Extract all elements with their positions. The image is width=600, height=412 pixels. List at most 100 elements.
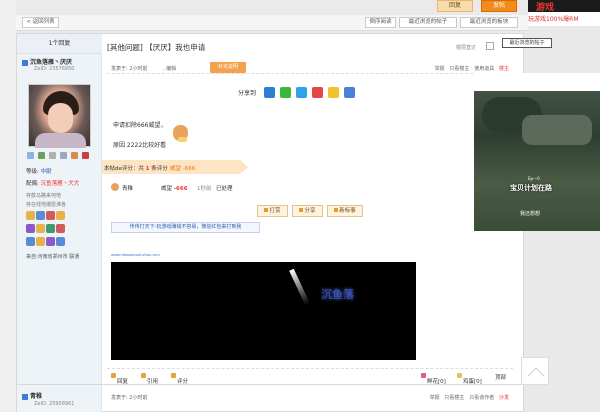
rating-key-label: 威望 bbox=[161, 186, 173, 192]
side-ad-header bbox=[474, 73, 600, 91]
egg-link[interactable]: 鸡蛋[0] bbox=[457, 373, 482, 385]
bookmark-button[interactable]: 新标事 bbox=[327, 205, 363, 217]
avatar-face bbox=[48, 103, 73, 133]
use-item-link[interactable]: 使用道具 bbox=[474, 66, 494, 72]
post-edit[interactable]: , 编辑 bbox=[163, 65, 176, 72]
medal-icon[interactable] bbox=[26, 224, 35, 233]
reply-ops: 举报 只看楼主 只看该作者 沙发 bbox=[430, 394, 509, 401]
post-divider bbox=[17, 384, 524, 385]
side-ad-house bbox=[522, 115, 592, 145]
flower-link[interactable]: 鲜花[0] bbox=[421, 373, 446, 385]
reply-button[interactable]: 回复 bbox=[437, 0, 473, 12]
post-ops: 举报 只看楼主 使用道具 楼主 bbox=[435, 65, 509, 72]
bookmark-label: 新标事 bbox=[339, 208, 356, 214]
share-label: 分享到 bbox=[238, 90, 257, 97]
medal-icon[interactable] bbox=[56, 211, 65, 220]
flower-icon bbox=[421, 373, 426, 378]
side-ad-caption-small: Ep—0 bbox=[528, 176, 540, 181]
post-button[interactable]: 发帖 bbox=[481, 0, 517, 12]
recent-posts-dropdown[interactable]: 最近浏览的帖子 bbox=[399, 17, 457, 28]
reply-count: 1个回复 bbox=[17, 34, 102, 54]
rater-avatar[interactable] bbox=[111, 183, 119, 191]
recent-boards-dropdown[interactable]: 最近浏览的板块 bbox=[460, 17, 518, 28]
spouse-label: 配偶: bbox=[26, 181, 39, 187]
gift-icon[interactable] bbox=[70, 152, 78, 159]
only-op-link[interactable]: 只看楼主 bbox=[449, 66, 469, 72]
rating-status: 已处理 bbox=[216, 186, 233, 192]
side-ad[interactable]: Ep—0 宝贝计划在路 我还想想 bbox=[474, 73, 600, 231]
add-friend-icon[interactable] bbox=[37, 152, 45, 159]
rater-name[interactable]: 青稚 bbox=[122, 184, 133, 192]
reply-only-op-link[interactable]: 只看楼主 bbox=[444, 395, 464, 401]
share-label-2: 分享 bbox=[304, 208, 316, 214]
tip-button[interactable]: 打赏 bbox=[257, 205, 288, 217]
block-icon[interactable] bbox=[81, 152, 89, 159]
reply-link[interactable]: 回复 bbox=[111, 373, 128, 385]
author-name[interactable]: 沉鱼落雁丶厌厌 bbox=[22, 57, 72, 66]
light-ray bbox=[289, 268, 310, 306]
mail-icon[interactable] bbox=[59, 152, 67, 159]
quote-link[interactable]: 引用 bbox=[141, 373, 158, 385]
spouse: 配偶: 沉鱼落雁丶犬犬 bbox=[26, 179, 79, 187]
spouse-value[interactable]: 沉鱼落雁丶犬犬 bbox=[41, 181, 80, 187]
medal-icon[interactable] bbox=[36, 224, 45, 233]
renren-share-icon[interactable] bbox=[344, 87, 355, 98]
reply-only-author-link[interactable]: 只看该作者 bbox=[469, 395, 494, 401]
star-share-icon[interactable] bbox=[328, 87, 339, 98]
avatar-shirt bbox=[35, 133, 86, 148]
signature-banner[interactable]: 传传打天下-玩游戏赚钱不容易，微信红包来打到我 bbox=[111, 222, 260, 233]
medal-icon[interactable] bbox=[36, 211, 45, 220]
video-player[interactable]: 沉鱼落 bbox=[111, 262, 416, 360]
top-ad-title: 游戏 bbox=[536, 3, 555, 13]
medal-icon[interactable] bbox=[46, 224, 55, 233]
medal-icon[interactable] bbox=[46, 237, 55, 246]
post-category[interactable]: [其他问题] bbox=[107, 43, 143, 52]
rate-link[interactable]: 评分 bbox=[171, 373, 188, 385]
back-to-top-button[interactable] bbox=[521, 357, 549, 385]
quote-icon bbox=[141, 373, 146, 378]
floor-jump-input[interactable] bbox=[486, 42, 494, 50]
medal-icon[interactable] bbox=[26, 211, 35, 220]
medal-icon[interactable] bbox=[56, 237, 65, 246]
post-title: 【厌厌】我也申请 bbox=[145, 43, 206, 52]
rating-suffix: 条评分 bbox=[151, 166, 168, 172]
share-button[interactable]: 分享 bbox=[292, 205, 323, 217]
rating-header: 本帖de评分：共 1 条评分 威望 -666 bbox=[102, 160, 240, 174]
author-name-text: 沉鱼落雁丶厌厌 bbox=[30, 59, 73, 66]
rating-total: 威望 -666 bbox=[170, 166, 196, 172]
reply-report-link[interactable]: 举报 bbox=[430, 395, 440, 401]
reply-time: 发表于: 2小时前 bbox=[111, 395, 148, 401]
rating-value: -666 bbox=[173, 186, 188, 192]
rating-key: 威望 -666 bbox=[161, 184, 188, 192]
post-line-1: 申请扣除666威望， bbox=[113, 122, 167, 129]
supplement-button[interactable]: 补充说明 bbox=[210, 62, 246, 73]
medal-icon[interactable] bbox=[46, 211, 55, 220]
reply-author-name[interactable]: 青稚 bbox=[22, 391, 42, 400]
rank-label: 等级: bbox=[26, 169, 39, 175]
user-icon bbox=[22, 59, 28, 66]
rating-summary: 本帖de评分：共 1 条评分 bbox=[104, 164, 168, 172]
tooltip: 最近浏览的帖子 bbox=[502, 38, 552, 48]
rating-arrow bbox=[240, 160, 248, 174]
floor-label: 楼主 bbox=[498, 66, 509, 72]
reverse-read-button[interactable]: 倒序阅读 bbox=[365, 17, 396, 28]
medal-icon[interactable] bbox=[56, 224, 65, 233]
message-icon[interactable] bbox=[27, 152, 34, 159]
report-link[interactable]: 举报 bbox=[435, 66, 445, 72]
emoji-accent bbox=[178, 137, 187, 142]
back-to-list-button[interactable]: < 返回列表 bbox=[22, 17, 59, 28]
weibo-share-icon[interactable] bbox=[312, 87, 323, 98]
qzone-share-icon[interactable] bbox=[296, 87, 307, 98]
top-ad[interactable]: 游戏 玩游戏100%爆RM bbox=[528, 0, 600, 26]
chevron-up-icon bbox=[527, 367, 545, 385]
profile-icon[interactable] bbox=[48, 152, 56, 159]
side-ad-caption: 宝贝计划在路 bbox=[510, 184, 552, 192]
medal-icon[interactable] bbox=[26, 237, 35, 246]
signature-link[interactable]: www.ufaeoaproduction.com bbox=[111, 253, 160, 257]
qq-share-icon[interactable] bbox=[264, 87, 275, 98]
medal-icon[interactable] bbox=[36, 237, 45, 246]
top-link[interactable]: 顶部 bbox=[495, 373, 506, 381]
wechat-share-icon[interactable] bbox=[280, 87, 291, 98]
author-action-icons bbox=[27, 152, 91, 160]
avatar[interactable] bbox=[28, 84, 91, 148]
